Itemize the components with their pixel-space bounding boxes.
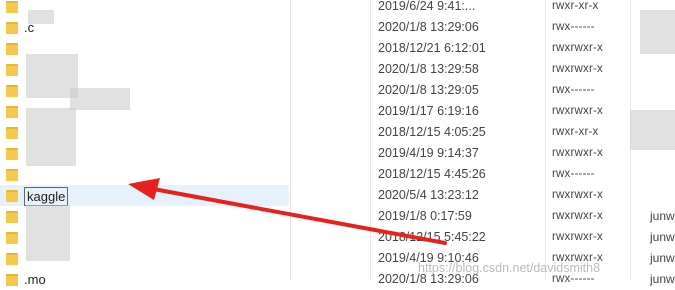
- watermark: https://blog.csdn.net/davidsmith8: [418, 261, 601, 275]
- annotation-arrow-head: [128, 178, 160, 200]
- annotation-overlay: [128, 178, 447, 245]
- annotation-arrow-shaft: [146, 186, 447, 245]
